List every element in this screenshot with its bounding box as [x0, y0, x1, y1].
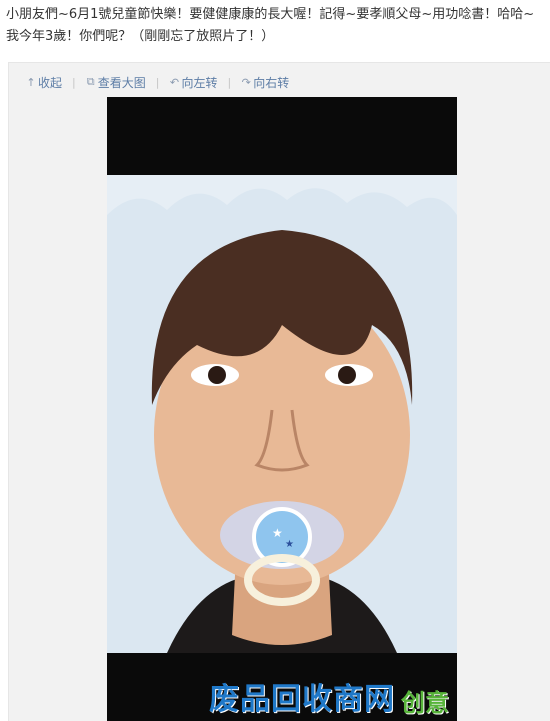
rotate-right-icon: ↷	[241, 75, 251, 89]
rotate-right-label: 向右转	[253, 75, 290, 90]
watermark-side: 创意	[401, 689, 449, 717]
image-toolbar: ↑ 收起 | ⧉ 查看大图 | ↶ 向左转 | ↷ 向右转	[26, 73, 289, 91]
watermark: 废品回收商网 创意	[209, 674, 449, 718]
watermark-main: 废品回收商网	[209, 682, 395, 717]
media-panel: ↑ 收起 | ⧉ 查看大图 | ↶ 向左转 | ↷ 向右转 ★ ★ 废品回收商网…	[8, 62, 550, 721]
post-text: 小朋友們~6月1號兒童節快樂！要健健康康的長大喔！記得~要孝順父母~用功唸書！哈…	[6, 7, 535, 44]
photo-scene: ★ ★	[107, 175, 457, 653]
rotate-left-button[interactable]: ↶ 向左转	[169, 74, 218, 91]
rotate-right-button[interactable]: ↷ 向右转	[241, 74, 290, 91]
page: { "post": { "text": "小朋友們~6月1號兒童節快樂！要健健康…	[0, 0, 550, 721]
collapse-label: 收起	[38, 75, 63, 90]
toolbar-separator: |	[155, 75, 160, 89]
view-large-label: 查看大图	[97, 75, 146, 90]
rotate-left-icon: ↶	[169, 75, 180, 89]
view-large-button[interactable]: ⧉ 查看大图	[86, 74, 146, 91]
collapse-button[interactable]: ↑ 收起	[26, 74, 62, 91]
face-illustration: ★ ★	[107, 175, 457, 653]
toolbar-separator: |	[72, 75, 76, 89]
rotate-left-label: 向左转	[181, 75, 218, 90]
toolbar-separator: |	[227, 75, 232, 89]
arrow-up-icon: ↑	[26, 75, 36, 89]
svg-text:★: ★	[272, 526, 283, 540]
svg-text:★: ★	[285, 539, 294, 550]
post-photo[interactable]: ★ ★ 废品回收商网 创意	[107, 97, 457, 721]
external-view-icon: ⧉	[86, 75, 95, 88]
